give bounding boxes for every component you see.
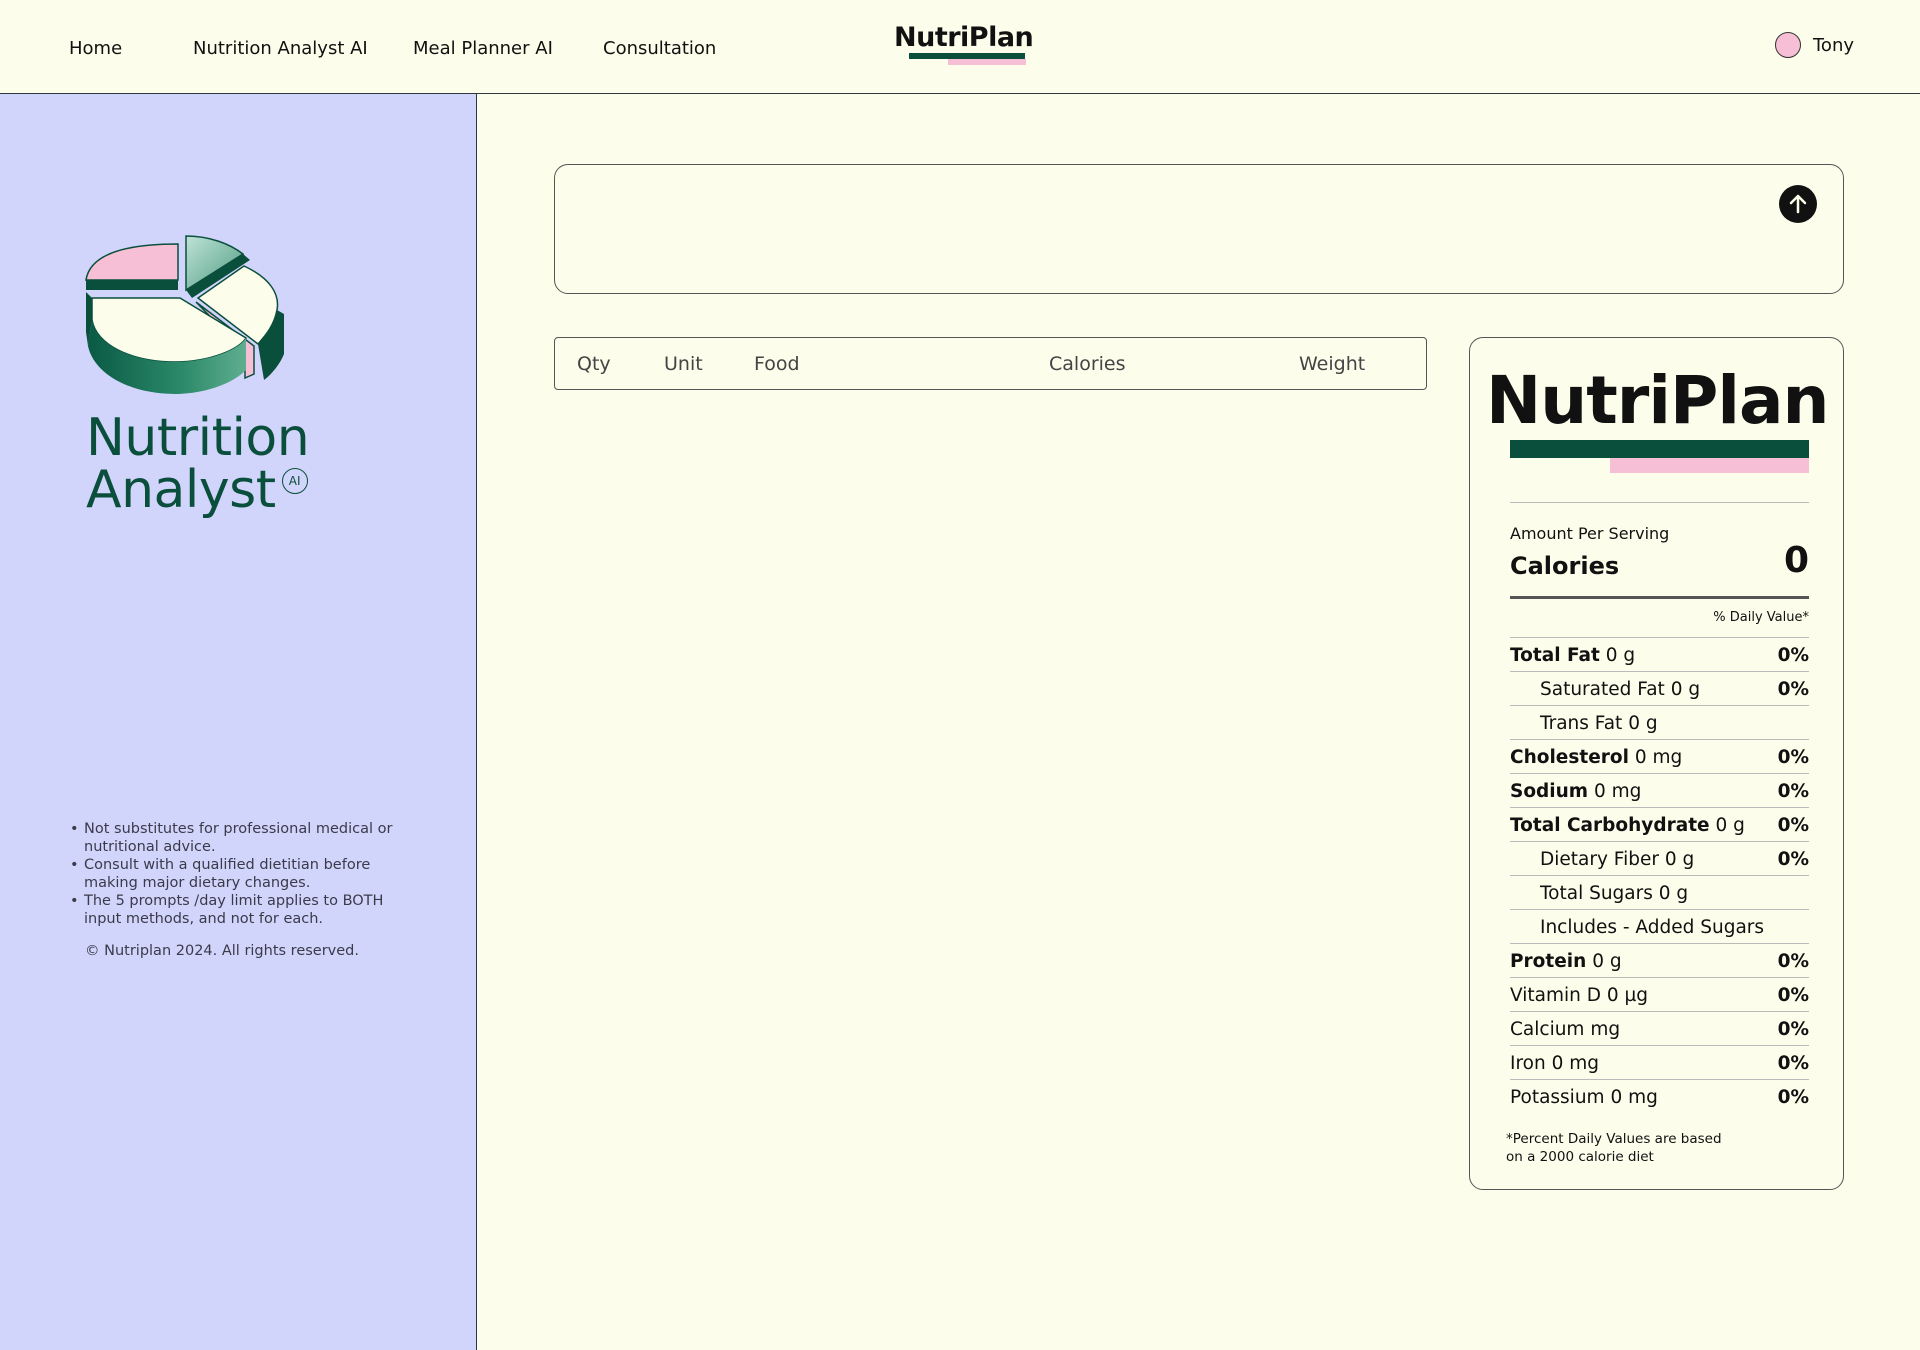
column-weight: Weight [1299, 353, 1366, 375]
footnote-line: *Percent Daily Values are based [1506, 1131, 1722, 1147]
nutrient-name: Iron [1510, 1053, 1546, 1074]
nutrient-amount: 0 mg [1551, 1053, 1600, 1074]
nutrient-amount: 0 g [1605, 645, 1636, 666]
avatar [1775, 32, 1801, 58]
disclaimer-item: The 5 prompts /day limit applies to BOTH… [70, 892, 404, 928]
nutrient-amount: 0 g [1592, 951, 1622, 972]
nutrient-amount: mg [1590, 1019, 1621, 1040]
disclaimer-item: Not substitutes for professional medical… [70, 820, 404, 856]
ai-badge: AI [281, 468, 308, 494]
page-title-line2: Analyst [86, 460, 276, 520]
nutrient-row-total-carbohydrate: Total Carbohydrate 0 g 0% [1510, 807, 1809, 841]
nutrient-name: Potassium [1510, 1087, 1605, 1108]
nutrient-percent: 0% [1777, 1053, 1809, 1074]
column-unit: Unit [664, 353, 703, 375]
nutrient-row-calcium: Calcium mg 0% [1510, 1011, 1809, 1045]
nav-nutrition-analyst-ai[interactable]: Nutrition Analyst AI [193, 38, 368, 59]
nutrient-row-iron: Iron 0 mg 0% [1510, 1045, 1809, 1079]
daily-value-footnote: *Percent Daily Values are based on a 200… [1506, 1130, 1736, 1166]
nutrient-amount: 0 mg [1593, 781, 1642, 802]
user-name: Tony [1813, 34, 1855, 56]
nutrient-name: Dietary Fiber [1540, 849, 1659, 870]
nutrient-amount: 0 g [1715, 815, 1745, 836]
nutrient-row-trans-fat: Trans Fat 0 g [1510, 705, 1809, 739]
label-logo-green-bar [1510, 440, 1809, 458]
copyright: © Nutriplan 2024. All rights reserved. [85, 943, 359, 959]
nutrient-percent: 0% [1777, 747, 1809, 768]
nutrient-percent: 0% [1777, 1019, 1809, 1040]
user-menu[interactable]: Tony [1775, 30, 1854, 60]
nutrient-name: Total Sugars [1540, 883, 1653, 904]
nutrient-row-added-sugars: Includes - Added Sugars [1510, 909, 1809, 943]
disclaimer-item: Consult with a qualified dietitian befor… [70, 856, 404, 892]
nutrient-name: Total Carbohydrate [1510, 815, 1710, 836]
nutrient-percent: 0% [1777, 1087, 1809, 1108]
nutrient-row-total-fat: Total Fat 0 g 0% [1510, 637, 1809, 671]
header-logo[interactable]: NutriPlan [894, 22, 1034, 68]
divider [1510, 502, 1809, 503]
footnote-line: on a 2000 calorie diet [1506, 1149, 1654, 1165]
column-calories: Calories [1049, 353, 1126, 375]
label-logo: NutriPlan [1486, 362, 1829, 439]
food-table-header: Qty Unit Food Calories Weight [554, 337, 1427, 390]
column-food: Food [754, 353, 800, 375]
send-button[interactable] [1779, 185, 1817, 223]
logo-pink-bar [948, 59, 1026, 65]
nutrient-percent: 0% [1777, 951, 1809, 972]
nutrient-name: Saturated Fat [1540, 679, 1665, 700]
disclaimer-list: Not substitutes for professional medical… [70, 820, 404, 928]
nutrient-percent: 0% [1777, 849, 1809, 870]
calories-value: 0 [1783, 540, 1809, 581]
nutrient-name: Cholesterol [1510, 747, 1629, 768]
column-qty: Qty [577, 353, 611, 375]
label-logo-pink-bar [1610, 458, 1809, 473]
nav-consultation[interactable]: Consultation [603, 38, 716, 59]
page-title: Nutrition Analyst AI [86, 408, 310, 516]
nutrient-row-protein: Protein 0 g 0% [1510, 943, 1809, 977]
nutrient-percent: 0% [1777, 815, 1809, 836]
nav-meal-planner-ai[interactable]: Meal Planner AI [413, 38, 553, 59]
nutrient-percent: 0% [1777, 781, 1809, 802]
nav-home[interactable]: Home [69, 38, 122, 59]
amount-per-serving: Amount Per Serving [1510, 524, 1670, 543]
nutrient-amount: 0 g [1664, 849, 1695, 870]
nutrient-row-cholesterol: Cholesterol 0 mg 0% [1510, 739, 1809, 773]
prompt-box [554, 164, 1844, 294]
nutrient-percent: 0% [1777, 985, 1809, 1006]
arrow-up-icon [1789, 194, 1807, 214]
prompt-input[interactable] [575, 183, 1749, 277]
nutrient-name: Calcium [1510, 1019, 1585, 1040]
nutrient-row-vitamin-d: Vitamin D 0 µg 0% [1510, 977, 1809, 1011]
header-logo-text: NutriPlan [894, 22, 1034, 53]
nutrient-amount: 0 g [1628, 713, 1658, 734]
nutrient-name: Trans Fat [1540, 713, 1623, 734]
nutrient-name: Protein [1510, 951, 1587, 972]
nutrient-name: Total Fat [1510, 645, 1600, 666]
divider-thick [1510, 596, 1809, 599]
nutrition-label-card: NutriPlan Amount Per Serving Calories 0 … [1469, 337, 1844, 1190]
nutrient-row-sodium: Sodium 0 mg 0% [1510, 773, 1809, 807]
nutrient-percent: 0% [1777, 645, 1809, 666]
nutrient-row-saturated-fat: Saturated Fat 0 g 0% [1510, 671, 1809, 705]
nutrient-amount: 0 g [1670, 679, 1701, 700]
nutrient-row-total-sugars: Total Sugars 0 g [1510, 875, 1809, 909]
nutrient-name: Includes - Added Sugars [1540, 917, 1765, 938]
nutrient-row-potassium: Potassium 0 mg 0% [1510, 1079, 1809, 1113]
nutrient-amount: 0 µg [1606, 985, 1649, 1006]
nutrient-percent: 0% [1777, 679, 1809, 700]
top-header: Home Nutrition Analyst AI Meal Planner A… [0, 0, 1920, 94]
page-title-line1: Nutrition [86, 408, 310, 468]
nutrient-amount: 0 mg [1610, 1087, 1658, 1108]
sidebar: Nutrition AnalystAI Not substitutes for … [0, 94, 477, 1350]
nutrient-name: Sodium [1510, 781, 1589, 802]
nutrient-name: Vitamin D [1510, 985, 1601, 1006]
calories-label: Calories [1510, 552, 1620, 580]
nutrient-row-dietary-fiber: Dietary Fiber 0 g 0% [1510, 841, 1809, 875]
pie-chart-illustration-icon [85, 235, 284, 394]
daily-value-header: % Daily Value* [1713, 610, 1809, 625]
nutrient-amount: 0 g [1658, 883, 1689, 904]
nutrient-amount: 0 mg [1634, 747, 1683, 768]
